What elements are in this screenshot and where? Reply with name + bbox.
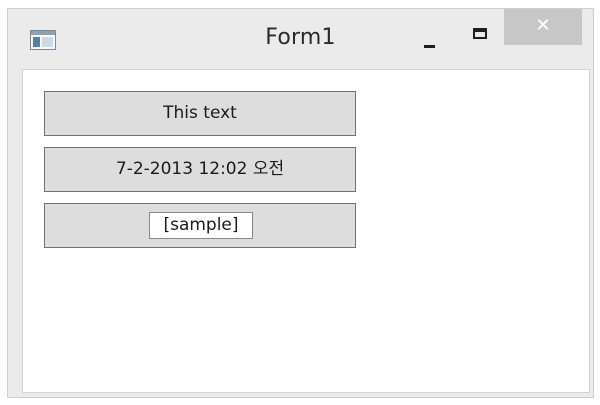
close-button[interactable]: ✕ <box>504 9 582 45</box>
form-client-area: This text 7-2-2013 12:02 오전 [sample] <box>22 69 590 393</box>
minimize-button[interactable] <box>412 33 446 53</box>
sample-text-field[interactable]: [sample] <box>149 212 253 239</box>
maximize-icon <box>473 28 487 39</box>
datetime-label-box[interactable]: 7-2-2013 12:02 오전 <box>44 147 356 192</box>
title-bar[interactable]: Form1 ✕ <box>8 9 593 69</box>
minimize-icon <box>424 45 435 48</box>
form1-window: Form1 ✕ This text 7-2-2013 12:02 오전 [sam… <box>7 8 594 398</box>
close-icon: ✕ <box>535 15 551 36</box>
text-label-box[interactable]: This text <box>44 91 356 136</box>
sample-container-box[interactable]: [sample] <box>44 203 356 248</box>
maximize-button[interactable] <box>464 23 498 51</box>
